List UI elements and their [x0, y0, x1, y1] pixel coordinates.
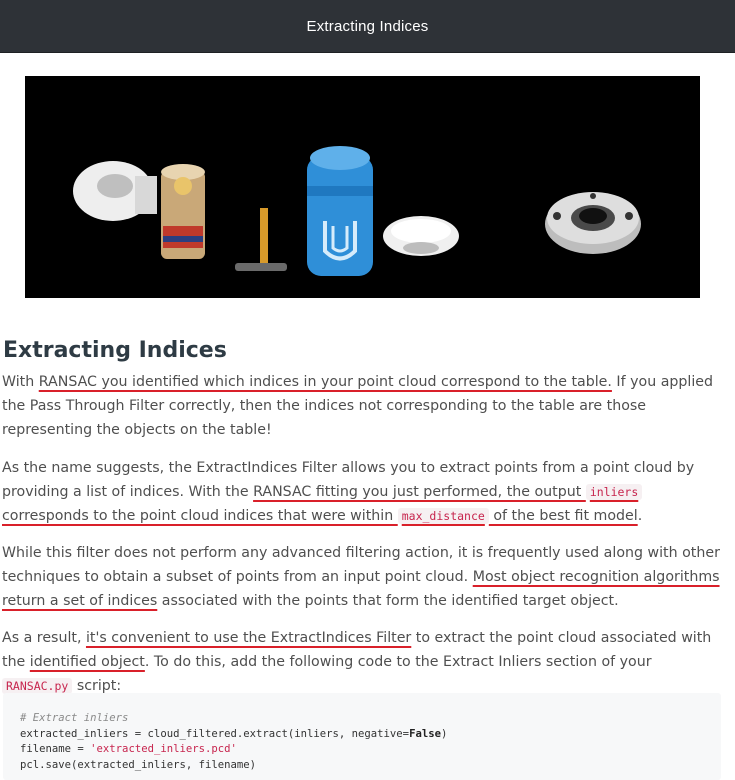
text-span: . To do this, add the following code to … [144, 654, 652, 671]
highlighted-text: identified object [29, 654, 145, 671]
page-title: Extracting Indices [306, 17, 429, 35]
inline-code: RANSAC.py [2, 678, 73, 695]
code-string: 'extracted_inliers.pcd' [90, 743, 237, 756]
inline-code: inliers [585, 484, 643, 501]
paragraph-4: As a result, it's convenient to use the … [2, 626, 724, 699]
bottle-object [307, 146, 373, 276]
paragraph-3: While this filter does not perform any a… [2, 541, 724, 614]
text-span: With [2, 374, 39, 390]
code-line: ) [440, 727, 448, 740]
code-line: pcl.save(extracted_inliers, filename) [20, 758, 256, 771]
code-keyword: False [409, 727, 441, 740]
section-heading: Extracting Indices [3, 338, 227, 363]
bowl-object [383, 216, 459, 256]
point-cloud-image [25, 76, 700, 298]
point-cloud-illustration [25, 76, 700, 298]
highlighted-text: of the best fit model [488, 508, 638, 525]
code-line: filename = [20, 743, 91, 756]
text-span: . [637, 508, 643, 525]
flange-object [545, 192, 641, 254]
code-comment: # Extract inliers [20, 712, 129, 724]
can-object [161, 164, 205, 259]
text-span: associated with the points that form the… [157, 593, 619, 610]
text-span: script: [72, 678, 122, 695]
text-span: As a result, [2, 630, 86, 646]
paragraph-1: With RANSAC you identified which indices… [2, 370, 724, 443]
top-bar: Extracting Indices [0, 0, 735, 53]
highlighted-text: corresponds to the point cloud indices t… [2, 508, 398, 525]
code-block: # Extract inliers extracted_inliers = cl… [3, 693, 721, 780]
highlighted-text: RANSAC you identified which indices in y… [38, 374, 612, 390]
code-line: extracted_inliers = cloud_filtered.extra… [20, 727, 410, 740]
paragraph-2: As the name suggests, the ExtractIndices… [2, 456, 724, 529]
highlighted-text: RANSAC fitting you just performed, the o… [253, 484, 586, 501]
inline-code: max_distance [397, 508, 489, 525]
highlighted-text: it's convenient to use the ExtractIndice… [85, 630, 412, 646]
